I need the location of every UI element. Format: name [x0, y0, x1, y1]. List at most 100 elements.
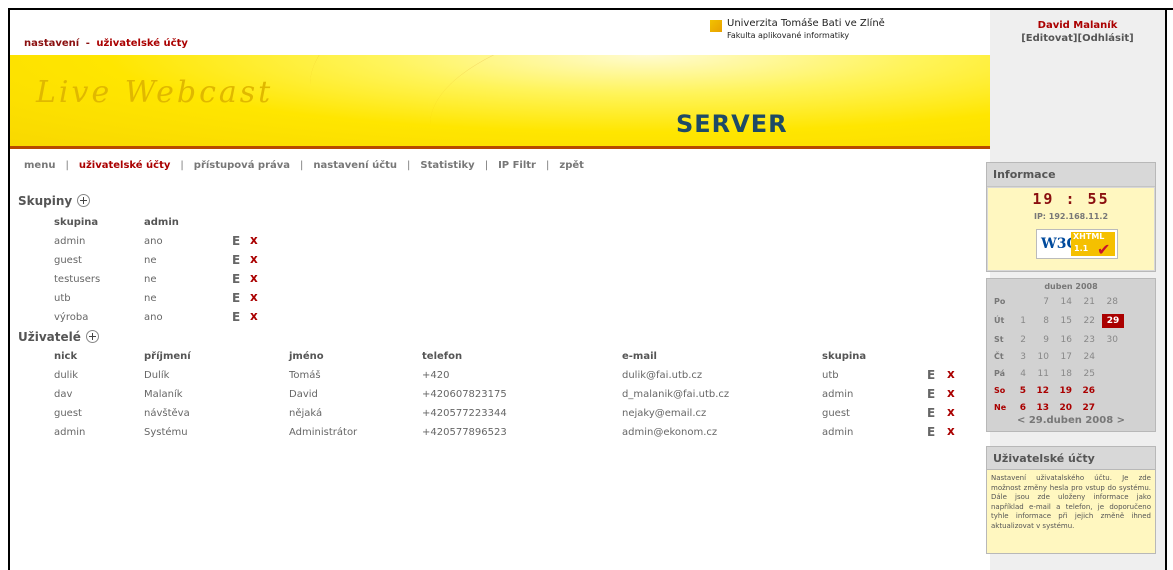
calendar-date[interactable]: 14 [1052, 297, 1072, 307]
calendar-date[interactable]: 27 [1075, 403, 1095, 413]
calendar-date[interactable]: 25 [1075, 369, 1095, 379]
calendar-date[interactable]: 16 [1052, 335, 1072, 345]
users-cell: dav [54, 389, 73, 400]
calendar-date[interactable]: 18 [1052, 369, 1072, 379]
users-cell: Dulík [144, 370, 170, 381]
calendar-date[interactable]: 21 [1075, 297, 1095, 307]
users-col-header: telefon [422, 351, 463, 362]
breadcrumb: nastavení - uživatelské účty [24, 38, 188, 49]
breadcrumb-settings[interactable]: nastavení [24, 38, 79, 49]
nav-item-0[interactable]: menu [24, 160, 55, 171]
banner: Live Webcast SERVER [10, 55, 990, 146]
calendar-date[interactable]: 8 [1029, 316, 1049, 326]
calendar-date[interactable]: 19 [1052, 386, 1072, 396]
calendar-date[interactable]: 6 [1006, 403, 1026, 413]
delete-user-button[interactable]: x [947, 386, 955, 400]
calendar-date[interactable]: 26 [1075, 386, 1095, 396]
edit-user-button[interactable]: E [927, 406, 935, 420]
calendar-date[interactable]: 2 [1006, 335, 1026, 345]
calendar-day-label: Ne [994, 403, 1007, 412]
main-nav: menu | uživatelské účty | přístupová práva | n… [24, 160, 584, 171]
calendar-date[interactable]: 11 [1029, 369, 1049, 379]
faculty-name: Fakulta aplikované informatiky [727, 31, 850, 40]
edit-group-button[interactable]: E [232, 234, 240, 248]
user-links: [Editovat][Odhlásit] [990, 33, 1165, 44]
nav-item-3[interactable]: nastavení účtu [313, 160, 397, 171]
edit-user-button[interactable]: E [927, 425, 935, 439]
users-cell: +420577223344 [422, 408, 507, 419]
users-cell: David [289, 389, 318, 400]
calendar-date[interactable]: 28 [1098, 297, 1118, 307]
users-cell: Administrátor [289, 427, 358, 438]
delete-group-button[interactable]: x [250, 309, 258, 323]
calendar-date[interactable]: 5 [1006, 386, 1026, 396]
nav-item-6[interactable]: zpět [559, 160, 584, 171]
calendar-date[interactable]: 9 [1029, 335, 1049, 345]
accounts-help-title: Uživatelské účty [986, 446, 1156, 470]
calendar-date[interactable]: 13 [1029, 403, 1049, 413]
add-user-icon[interactable] [85, 330, 99, 343]
delete-user-button[interactable]: x [947, 405, 955, 419]
users-col-header: e-mail [622, 351, 657, 362]
delete-group-button[interactable]: x [250, 271, 258, 285]
calendar-date[interactable]: 7 [1029, 297, 1049, 307]
delete-group-button[interactable]: x [250, 290, 258, 304]
users-cell: nejaky@email.cz [622, 408, 707, 419]
nav-separator: | [65, 160, 69, 171]
users-cell: +420577896523 [422, 427, 507, 438]
nav-item-5[interactable]: IP Filtr [498, 160, 536, 171]
calendar-date[interactable]: 10 [1029, 352, 1049, 362]
delete-group-button[interactable]: x [250, 252, 258, 266]
groups-title: Skupiny [18, 194, 73, 208]
users-cell: dulik@fai.utb.cz [622, 370, 703, 381]
banner-subtitle: SERVER [676, 110, 788, 138]
edit-user-button[interactable]: E [927, 368, 935, 382]
delete-user-button[interactable]: x [947, 424, 955, 438]
edit-group-button[interactable]: E [232, 272, 240, 286]
calendar-date[interactable]: 24 [1075, 352, 1095, 362]
calendar-day-label: Čt [994, 352, 1004, 361]
calendar-date[interactable]: 17 [1052, 352, 1072, 362]
calendar-date[interactable]: 3 [1006, 352, 1026, 362]
logout-link[interactable]: [Odhlásit] [1078, 33, 1134, 44]
users-cell: Tomáš [289, 370, 321, 381]
calendar-day-label: So [994, 386, 1006, 395]
calendar-date[interactable]: 12 [1029, 386, 1049, 396]
w3c-xhtml-badge[interactable]: W3C XHTML 1.1 ✔ [1036, 229, 1118, 259]
xhtml-version: 1.1 [1074, 244, 1089, 253]
users-col-header: nick [54, 351, 78, 362]
groups-cell: guest [54, 255, 82, 266]
calendar-date[interactable]: 22 [1075, 316, 1095, 326]
calendar-date[interactable]: 15 [1052, 316, 1072, 326]
users-title: Uživatelé [18, 330, 81, 344]
nav-separator: | [484, 160, 489, 171]
calendar-date[interactable]: 23 [1075, 335, 1095, 345]
users-col-header: skupina [822, 351, 867, 362]
calendar-day-label: Út [994, 316, 1005, 325]
delete-user-button[interactable]: x [947, 367, 955, 381]
edit-user-button[interactable]: E [927, 387, 935, 401]
nav-item-4[interactable]: Statistiky [420, 160, 474, 171]
users-cell: guest [54, 408, 82, 419]
edit-profile-link[interactable]: [Editovat] [1021, 33, 1077, 44]
calendar-date[interactable]: 30 [1098, 335, 1118, 345]
edit-group-button[interactable]: E [232, 291, 240, 305]
groups-cell: ne [144, 274, 157, 285]
add-group-icon[interactable] [77, 194, 91, 207]
groups-cell: testusers [54, 274, 101, 285]
calendar-date[interactable]: 20 [1052, 403, 1072, 413]
edit-group-button[interactable]: E [232, 310, 240, 324]
nav-item-2[interactable]: přístupová práva [194, 160, 290, 171]
users-col-header: příjmení [144, 351, 191, 362]
edit-group-button[interactable]: E [232, 253, 240, 267]
groups-col-header: admin [144, 217, 179, 228]
clock: 19 : 55 [1032, 190, 1110, 208]
delete-group-button[interactable]: x [250, 233, 258, 247]
calendar-date[interactable]: 1 [1006, 316, 1026, 326]
calendar-date[interactable]: 4 [1006, 369, 1026, 379]
nav-item-1[interactable]: uživatelské účty [79, 160, 171, 171]
calendar-today[interactable]: 29 [1102, 314, 1124, 328]
calendar-day-label: Po [994, 297, 1006, 306]
calendar-nav[interactable]: < 29.duben 2008 > [986, 415, 1156, 426]
groups-cell: admin [54, 236, 86, 247]
